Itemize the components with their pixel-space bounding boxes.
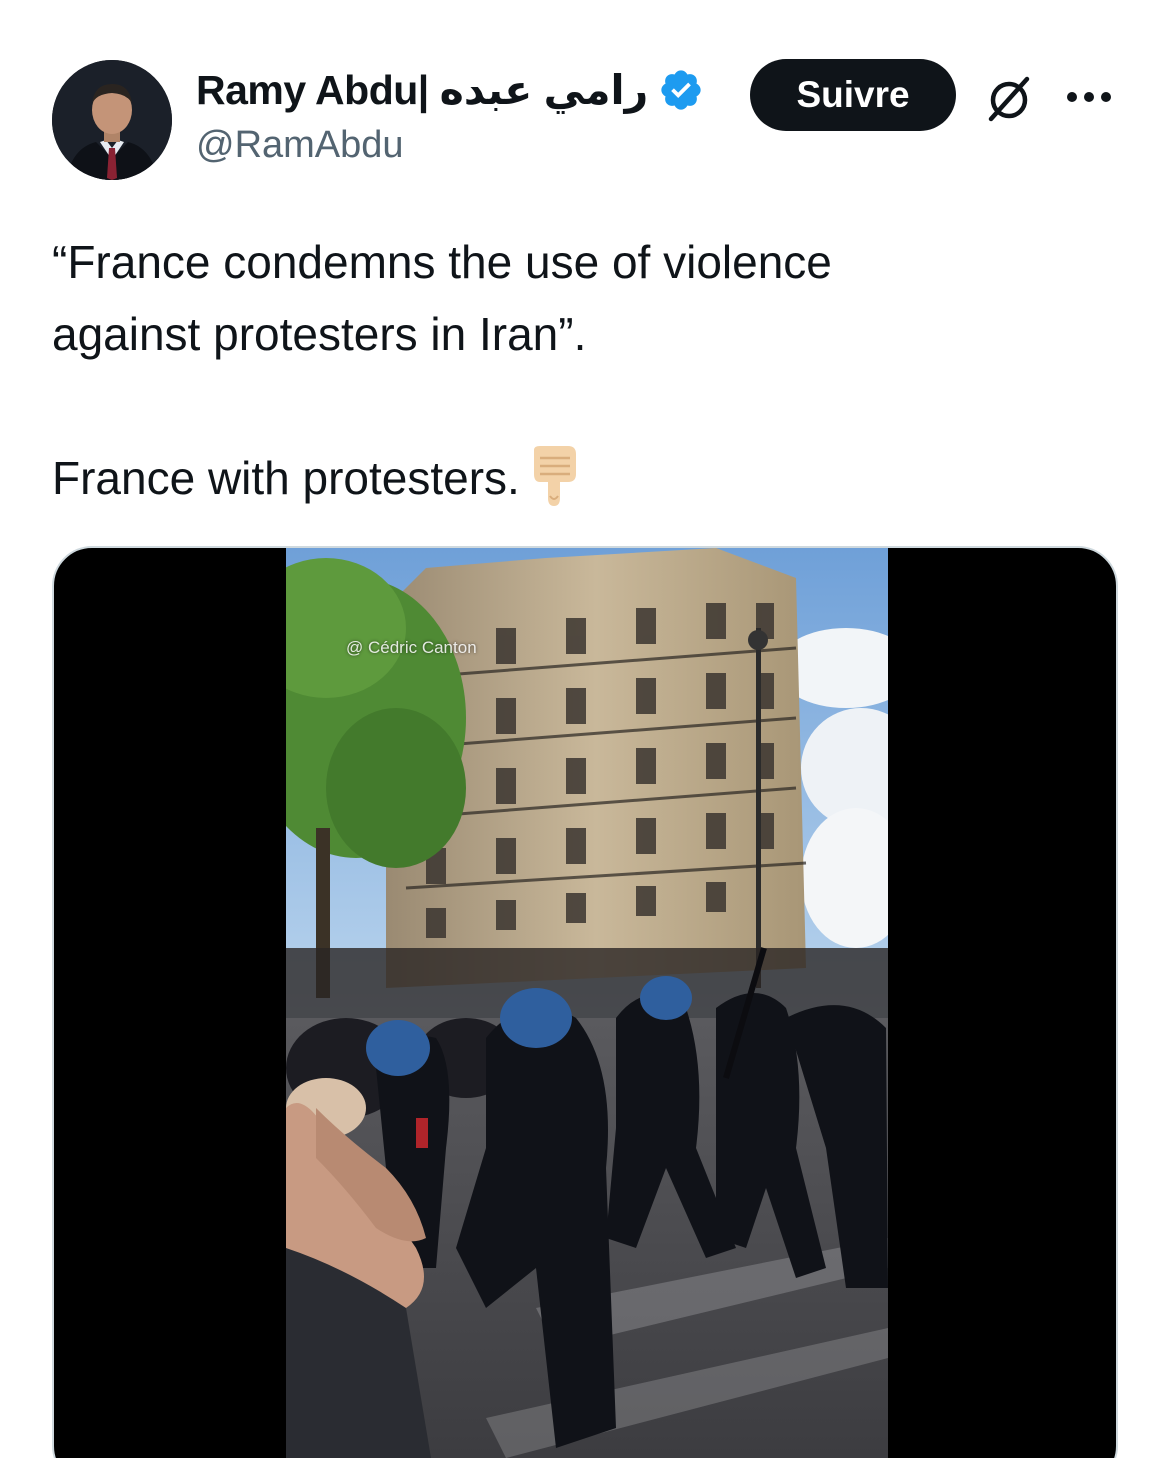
tweet-text-line: “France condemns the use of violence	[52, 236, 832, 288]
author-display-name[interactable]: Ramy Abdu| رامي عبده	[196, 66, 649, 114]
follow-button[interactable]: Suivre	[750, 59, 956, 131]
tweet-text-line: against protesters in Iran”.	[52, 308, 587, 360]
video-player[interactable]: @ Cédric Canton	[52, 546, 1118, 1458]
tweet-text-line: France with protesters.	[52, 442, 1112, 528]
author-handle[interactable]: @RamAbdu	[196, 124, 404, 167]
tweet-text: “France condemns the use of violence aga…	[52, 226, 1112, 528]
grok-icon[interactable]	[978, 68, 1040, 130]
avatar[interactable]	[52, 60, 172, 180]
more-icon[interactable]	[1060, 72, 1118, 122]
author-name-row: Ramy Abdu| رامي عبده	[196, 62, 704, 118]
tweet: Ramy Abdu| رامي عبده @RamAbdu Suivre “Fr…	[0, 0, 1170, 1458]
video-watermark: @ Cédric Canton	[346, 638, 477, 657]
backhand-index-pointing-down-emoji	[530, 444, 580, 528]
verified-badge-icon	[658, 67, 704, 113]
video-thumbnail: @ Cédric Canton	[286, 548, 888, 1458]
tweet-text-span: France with protesters.	[52, 452, 520, 504]
